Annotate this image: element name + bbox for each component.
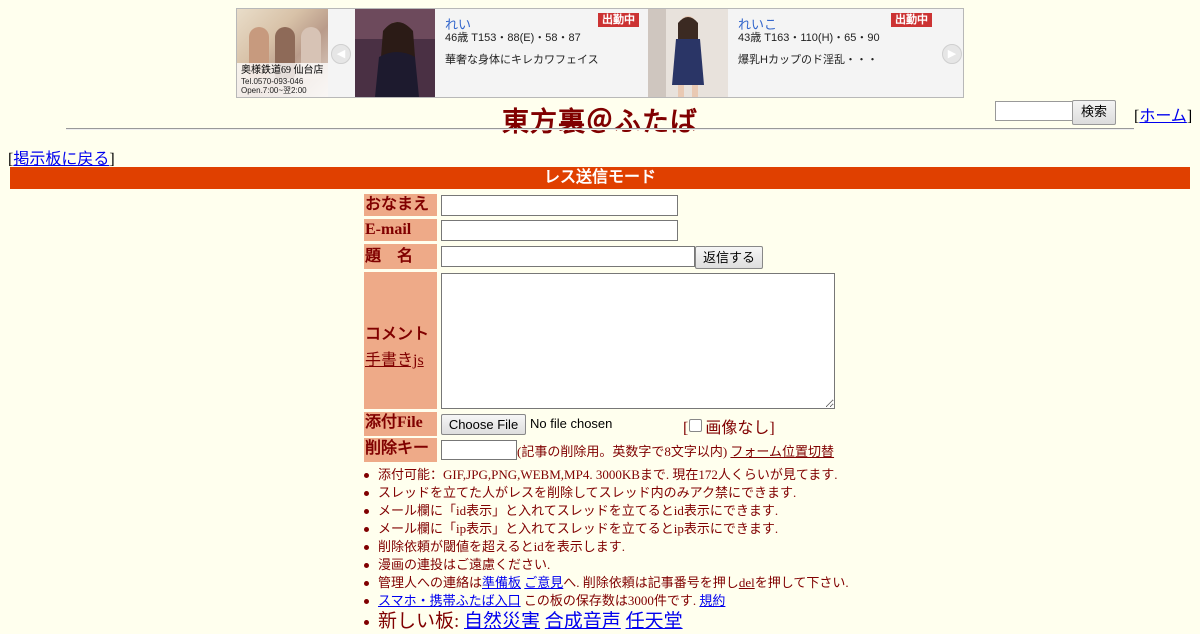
rules-link[interactable]: 規約 [699, 593, 725, 608]
delete-key-note-wrap: (記事の削除用。英数字で8文字以内) フォーム位置切替 [517, 441, 834, 460]
file-status: No file chosen [530, 416, 613, 431]
shop-logo-image[interactable]: 奥様鉄道69 仙台店 Tel.0570-093-046 Open.7:00~翌2… [237, 9, 328, 97]
del-link[interactable]: del [739, 575, 755, 590]
list-item: 添付可能：GIF,JPG,PNG,WEBM,MP4. 3000KBまで. 現在1… [360, 466, 849, 484]
comment-textarea[interactable] [441, 273, 835, 409]
handwriting-link[interactable]: 手書きjs [365, 346, 437, 370]
notes-list: 添付可能：GIF,JPG,PNG,WEBM,MP4. 3000KBまで. 現在1… [360, 466, 849, 634]
card-description: 爆乳Hカップのド淫乱・・・ [738, 54, 878, 66]
search-input[interactable] [995, 101, 1075, 121]
board-link-disaster[interactable]: 自然災害 [464, 611, 540, 632]
board-link-nintendo[interactable]: 任天堂 [626, 611, 683, 632]
list-item: 削除依頼が閾値を超えるとidを表示します. [360, 538, 849, 556]
search-button[interactable]: 検索 [1072, 100, 1116, 125]
card-stats: 46歳 T153・88(E)・58・87 [445, 32, 581, 44]
list-item: スレッドを立てた人がレスを削除してスレッド内のみアク禁にできます. [360, 484, 849, 502]
subject-label: 題 名 [364, 244, 437, 269]
comment-label: コメント [365, 326, 430, 343]
card-description: 華奢な身体にキレカワフェイス [445, 54, 599, 66]
profile-photo[interactable] [355, 9, 435, 97]
name-label: おなまえ [364, 194, 437, 216]
back-link-wrap: [掲示板に戻る] [8, 145, 115, 169]
note-text: を押して下さい. [754, 575, 849, 590]
list-item: メール欄に「id表示」と入れてスレッドを立てるとid表示にできます. [360, 502, 849, 520]
email-label: E-mail [364, 219, 437, 241]
bracket-open: [ [683, 420, 689, 437]
mobile-entrance-link[interactable]: スマホ・携帯ふたば入口 [378, 593, 521, 608]
no-image-option[interactable]: [ 画像なし] [683, 414, 775, 438]
home-link-wrap: [ホーム] [1134, 102, 1192, 126]
status-badge: 出勤中 [598, 13, 639, 27]
shop-caption: 奥様鉄道69 仙台店 Tel.0570-093-046 Open.7:00~翌2… [237, 63, 328, 97]
status-badge: 出勤中 [891, 13, 932, 27]
submit-reply-button[interactable]: 返信する [695, 246, 763, 269]
no-image-label[interactable]: 画像なし] [705, 420, 774, 437]
reply-mode-bar: レス送信モード [10, 167, 1190, 189]
profile-photo[interactable] [648, 9, 728, 97]
note-text: 管理人への連絡は [378, 575, 483, 590]
card-stats: 43歳 T163・110(H)・65・90 [738, 32, 880, 44]
ad-banner[interactable]: 奥様鉄道69 仙台店 Tel.0570-093-046 Open.7:00~翌2… [236, 8, 964, 98]
shop-tel: Tel.0570-093-046 [241, 77, 304, 86]
choose-file-button[interactable]: Choose File [441, 414, 526, 435]
delete-key-input[interactable] [441, 440, 517, 460]
next-arrow-icon[interactable]: ▶ [942, 44, 962, 64]
subject-input[interactable] [441, 246, 695, 267]
delete-key-label: 削除キー [364, 438, 437, 462]
comment-label-cell: コメント 手書きjs [364, 272, 437, 409]
ad-card[interactable]: れいこ 出勤中 43歳 T163・110(H)・65・90 爆乳Hカップのド淫乱… [648, 9, 938, 97]
divider [66, 128, 1134, 130]
list-item: 新しい板: 自然災害 合成音声 任天堂 [360, 610, 849, 634]
feedback-link[interactable]: ご意見 [524, 575, 563, 590]
delete-key-note: (記事の削除用。英数字で8文字以内) [517, 444, 728, 459]
shop-name: 奥様鉄道69 仙台店 [241, 65, 324, 76]
file-label: 添付File [364, 412, 437, 436]
list-item: スマホ・携帯ふたば入口 この板の保存数は3000件です. 規約 [360, 592, 849, 610]
bracket-close: ] [109, 151, 115, 168]
board-link-voice[interactable]: 合成音声 [545, 611, 621, 632]
note-text: へ. 削除依頼は記事番号を押し [563, 575, 739, 590]
new-boards-label: 新しい板: [378, 611, 460, 632]
list-item: メール欄に「ip表示」と入れてスレッドを立てるとip表示にできます. [360, 520, 849, 538]
shop-hours: Open.7:00~翌2:00 [241, 86, 307, 95]
ad-card[interactable]: れい 出勤中 46歳 T153・88(E)・58・87 華奢な身体にキレカワフェ… [355, 9, 645, 97]
home-link[interactable]: ホーム [1139, 108, 1187, 125]
prev-arrow-icon[interactable]: ◀ [331, 44, 351, 64]
name-input[interactable] [441, 195, 678, 216]
no-image-checkbox[interactable] [689, 419, 703, 432]
back-to-board-link[interactable]: 掲示板に戻る [13, 151, 109, 168]
list-item: 漫画の連投はご遠慮ください. [360, 556, 849, 574]
prep-board-link[interactable]: 準備板 [482, 575, 521, 590]
note-text: この板の保存数は3000件です. [520, 593, 697, 608]
list-item: 管理人への連絡は準備板 ご意見へ. 削除依頼は記事番号を押しdelを押して下さい… [360, 574, 849, 592]
form-position-toggle-link[interactable]: フォーム位置切替 [730, 444, 834, 459]
email-input[interactable] [441, 220, 678, 241]
bracket-close: ] [1186, 108, 1193, 125]
